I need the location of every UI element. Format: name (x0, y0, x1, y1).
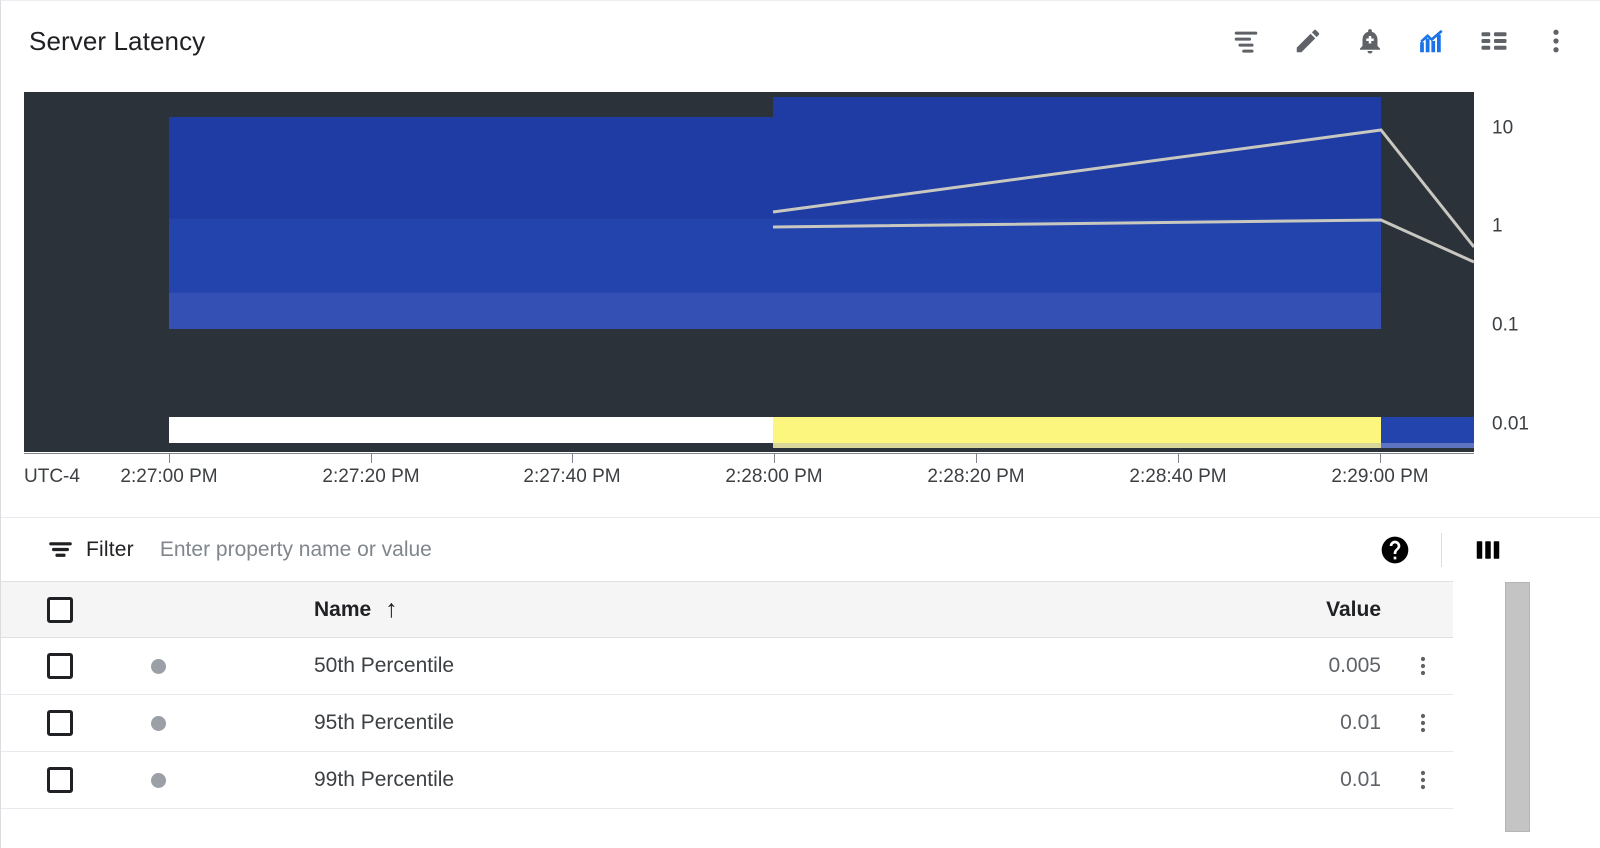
x-tick-2: 2:27:40 PM (523, 467, 620, 486)
legend-color-header (119, 582, 197, 638)
row-name: 50th Percentile (197, 638, 1207, 695)
row-checkbox[interactable] (47, 710, 73, 736)
legend-dot-icon (151, 659, 166, 674)
heat-band-bottom-white (169, 417, 773, 443)
row-more-options-icon[interactable] (1393, 768, 1453, 792)
row-more-options-icon[interactable] (1393, 654, 1453, 678)
add-alert-icon[interactable] (1350, 21, 1390, 61)
latency-heatmap-chart[interactable]: 10 1 0.1 0.01 UTC-4 2:27:00 PM 2:27:20 P… (24, 92, 1577, 500)
row-checkbox[interactable] (47, 653, 73, 679)
value-column-label: Value (1326, 598, 1381, 621)
select-all-checkbox[interactable] (47, 597, 73, 623)
y-axis: 10 1 0.1 0.01 (1492, 92, 1582, 452)
legend-dot-icon (151, 716, 166, 731)
header-actions (1226, 21, 1582, 61)
x-tick-3: 2:28:00 PM (725, 467, 822, 486)
table-row[interactable]: 99th Percentile 0.01 (1, 752, 1453, 809)
columns-icon[interactable] (1468, 530, 1508, 570)
heat-band-bottom-yellow (773, 417, 1381, 443)
heat-band-bottom-blue-edge (1381, 443, 1474, 448)
card-header: Server Latency (1, 1, 1600, 81)
row-menu-cell[interactable] (1393, 695, 1453, 752)
name-column-label: Name (314, 598, 371, 622)
row-select-cell[interactable] (1, 638, 119, 695)
heat-band-1a (169, 117, 1381, 179)
table-scrollbar-thumb[interactable] (1505, 582, 1530, 832)
table-header-row: Name ↑ Value (1, 582, 1453, 638)
row-name: 95th Percentile (197, 695, 1207, 752)
row-select-cell[interactable] (1, 752, 119, 809)
heat-band-top-right (773, 97, 1381, 117)
row-legend-cell (119, 752, 197, 809)
chart-card: Server Latency (0, 0, 1600, 848)
filter-label: Filter (86, 538, 134, 562)
filter-input[interactable] (160, 538, 800, 562)
page-title: Server Latency (29, 26, 205, 57)
row-menu-cell[interactable] (1393, 638, 1453, 695)
x-axis: UTC-4 2:27:00 PM 2:27:20 PM 2:27:40 PM 2… (24, 454, 1577, 500)
y-tick-1: 1 (1492, 217, 1503, 236)
row-value: 0.005 (1207, 638, 1393, 695)
row-legend-cell (119, 695, 197, 752)
help-icon[interactable] (1375, 530, 1415, 570)
edit-icon[interactable] (1288, 21, 1328, 61)
x-tick-4: 2:28:20 PM (927, 467, 1024, 486)
x-tick-5: 2:28:40 PM (1129, 467, 1226, 486)
table-view-icon[interactable] (1474, 21, 1514, 61)
row-select-cell[interactable] (1, 695, 119, 752)
chart-view-icon[interactable] (1412, 21, 1452, 61)
row-menu-cell[interactable] (1393, 752, 1453, 809)
y-tick-0.01: 0.01 (1492, 415, 1529, 434)
row-value: 0.01 (1207, 752, 1393, 809)
filter-icon[interactable] (47, 536, 74, 563)
y-tick-10: 10 (1492, 119, 1513, 138)
heat-band-3 (169, 293, 1381, 329)
heat-band-2b (169, 275, 1381, 293)
x-tick-6: 2:29:00 PM (1331, 467, 1428, 486)
x-tick-0: 2:27:00 PM (120, 467, 217, 486)
more-options-icon[interactable] (1536, 21, 1576, 61)
row-legend-cell (119, 638, 197, 695)
row-value: 0.01 (1207, 695, 1393, 752)
row-more-options-icon[interactable] (1393, 711, 1453, 735)
table-row[interactable]: 95th Percentile 0.01 (1, 695, 1453, 752)
heat-band-bottom-blue (1381, 417, 1474, 443)
filter-bar: Filter (1, 517, 1600, 581)
sort-ascending-icon[interactable]: ↑ (385, 597, 398, 622)
timezone-label: UTC-4 (24, 467, 80, 486)
value-column-header[interactable]: Value (1207, 582, 1393, 638)
x-tick-1: 2:27:20 PM (322, 467, 419, 486)
legend-dot-icon (151, 773, 166, 788)
legend-sort-icon[interactable] (1226, 21, 1266, 61)
filter-bar-actions (1375, 530, 1600, 570)
y-tick-0.1: 0.1 (1492, 316, 1518, 335)
heat-band-bottom-yellow-edge (773, 443, 1381, 448)
table-scrollbar[interactable] (1505, 582, 1530, 832)
metrics-table: Name ↑ Value (1, 581, 1600, 809)
row-menu-header (1393, 582, 1453, 638)
table-row[interactable]: 50th Percentile 0.005 (1, 638, 1453, 695)
table-body: 50th Percentile 0.005 (1, 638, 1453, 809)
chart-plot-area[interactable] (24, 92, 1474, 452)
toolbar-divider (1441, 533, 1442, 567)
row-name: 99th Percentile (197, 752, 1207, 809)
name-column-header[interactable]: Name ↑ (197, 582, 1207, 638)
select-all-header[interactable] (1, 582, 119, 638)
row-checkbox[interactable] (47, 767, 73, 793)
